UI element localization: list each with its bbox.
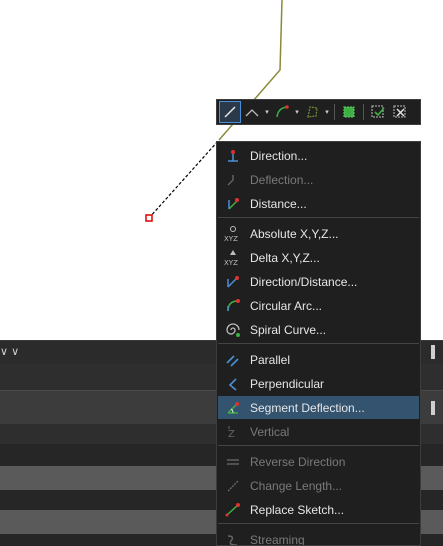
pane-handle — [431, 345, 435, 359]
menu-separator — [218, 523, 419, 524]
menu-item-segment-deflection[interactable]: Segment Deflection... — [218, 396, 419, 419]
menu-item-distance[interactable]: Distance... — [218, 192, 419, 215]
menu-item-label: Segment Deflection... — [250, 400, 365, 415]
menu-item-label: Deflection... — [250, 172, 314, 187]
menu-item-label: Perpendicular — [250, 376, 325, 391]
select-button[interactable] — [338, 101, 360, 123]
menu-item-label: Streaming — [250, 532, 305, 546]
delta-xyz-icon: XYZ — [218, 246, 248, 269]
reverse-direction-icon — [218, 450, 248, 473]
clear-sketch-button[interactable] — [389, 101, 411, 123]
curve-arc-button[interactable] — [271, 101, 293, 123]
perpendicular-icon — [218, 372, 248, 395]
svg-text:XYZ: XYZ — [224, 235, 238, 243]
menu-item-direction[interactable]: Direction... — [218, 144, 419, 167]
angle-line-icon — [245, 109, 259, 117]
menu-item-label: Circular Arc... — [250, 298, 323, 313]
menu-item-label: Change Length... — [250, 478, 343, 493]
absolute-xyz-icon: XYZ — [218, 222, 248, 245]
chevron-down-icon[interactable]: ▾ — [293, 101, 301, 123]
circular-arc-icon — [218, 294, 248, 317]
more-icon[interactable] — [431, 401, 435, 415]
menu-item-spiral-curve[interactable]: Spiral Curve... — [218, 318, 419, 341]
change-length-icon — [218, 474, 248, 497]
menu-item-replace-sketch[interactable]: Replace Sketch... — [218, 498, 419, 521]
chevron-down-icon[interactable]: ▾ — [323, 101, 331, 123]
menu-item-deflection[interactable]: Deflection... — [218, 168, 419, 191]
menu-item-reverse-direction[interactable]: Reverse Direction — [218, 450, 419, 473]
streaming-icon — [218, 528, 248, 545]
menu-item-absolute-xyz[interactable]: XYZ Absolute X,Y,Z... — [218, 222, 419, 245]
vertical-icon: Z — [218, 420, 248, 443]
menu-item-label: Direction... — [250, 148, 308, 163]
menu-item-change-length[interactable]: Change Length... — [218, 474, 419, 497]
menu-separator — [218, 343, 419, 344]
trace-polygon-button[interactable] — [301, 101, 323, 123]
menu-item-label: Vertical — [250, 424, 290, 439]
chevron-down-icon[interactable]: ▾ — [263, 101, 271, 123]
menu-item-label: Distance... — [250, 196, 307, 211]
finish-sketch-icon — [371, 105, 385, 118]
chevron-down-icon[interactable]: ∨ ∨ — [0, 345, 19, 358]
menu-item-label: Direction/Distance... — [250, 274, 358, 289]
svg-text:Z: Z — [228, 429, 235, 440]
toolbar-separator — [363, 104, 364, 120]
straight-line-icon — [224, 106, 236, 118]
menu-item-delta-xyz[interactable]: XYZ Delta X,Y,Z... — [218, 246, 419, 269]
spiral-curve-icon — [218, 318, 248, 341]
menu-item-streaming[interactable]: Streaming — [218, 528, 419, 546]
menu-item-parallel[interactable]: Parallel — [218, 348, 419, 371]
replace-sketch-icon — [218, 498, 248, 521]
clear-sketch-icon — [393, 105, 406, 118]
menu-item-direction-distance[interactable]: Direction/Distance... — [218, 270, 419, 293]
distance-icon — [218, 192, 248, 215]
direction-distance-icon — [218, 270, 248, 293]
segment-deflection-icon — [218, 396, 248, 419]
menu-item-circular-arc[interactable]: Circular Arc... — [218, 294, 419, 317]
menu-item-label: Spiral Curve... — [250, 322, 327, 337]
straight-line-button[interactable] — [219, 101, 241, 123]
menu-separator — [218, 445, 419, 446]
svg-text:XYZ: XYZ — [224, 259, 238, 267]
sketch-vertex — [145, 214, 153, 222]
menu-item-label: Absolute X,Y,Z... — [250, 226, 339, 241]
sketch-context-menu: Direction... Deflection... Distance... X… — [216, 141, 421, 546]
menu-item-label: Delta X,Y,Z... — [250, 250, 320, 265]
angle-line-button[interactable] — [241, 101, 263, 123]
curve-arc-icon — [276, 105, 289, 118]
sketch-segment — [148, 139, 220, 219]
menu-item-vertical[interactable]: Z Vertical — [218, 420, 419, 443]
trace-polygon-icon — [307, 106, 318, 118]
menu-item-label: Parallel — [250, 352, 291, 367]
menu-separator — [218, 217, 419, 218]
menu-item-perpendicular[interactable]: Perpendicular — [218, 372, 419, 395]
direction-icon — [218, 144, 248, 167]
parallel-icon — [218, 348, 248, 371]
sketch-toolbar: ▾ ▾ ▾ — [216, 99, 421, 125]
menu-item-label: Reverse Direction — [250, 454, 346, 469]
toolbar-separator — [334, 104, 335, 120]
deflection-icon — [218, 168, 248, 191]
finish-sketch-button[interactable] — [367, 101, 389, 123]
menu-item-label: Replace Sketch... — [250, 502, 345, 517]
green-select-icon — [343, 106, 355, 118]
